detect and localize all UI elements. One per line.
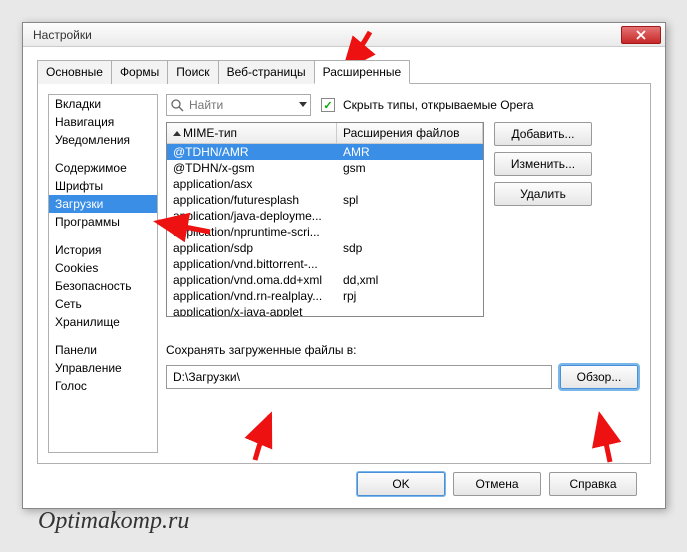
table-header: MIME-тип Расширения файлов bbox=[167, 123, 483, 144]
close-button[interactable] bbox=[621, 26, 661, 44]
sidebar-item[interactable]: Навигация bbox=[49, 113, 157, 131]
main-area: ВкладкиНавигацияУведомления СодержимоеШри… bbox=[37, 84, 651, 464]
table-row[interactable]: @TDHN/x-gsmgsm bbox=[167, 160, 483, 176]
sidebar-item[interactable]: Уведомления bbox=[49, 131, 157, 149]
titlebar: Настройки bbox=[23, 23, 665, 47]
hide-types-checkbox[interactable]: ✓ bbox=[321, 98, 335, 112]
sidebar-item[interactable]: Шрифты bbox=[49, 177, 157, 195]
sidebar-item[interactable]: Хранилище bbox=[49, 313, 157, 331]
toolbar: ✓ Скрыть типы, открываемые Opera bbox=[166, 94, 638, 116]
save-row: Обзор... bbox=[166, 365, 638, 389]
table-row[interactable]: application/x-java-applet bbox=[167, 304, 483, 316]
content: ОсновныеФормыПоискВеб-страницыРасширенны… bbox=[23, 47, 665, 506]
tab-расширенные[interactable]: Расширенные bbox=[314, 60, 411, 84]
table-area: MIME-тип Расширения файлов @TDHN/AMRAMR@… bbox=[166, 122, 638, 317]
sidebar-item[interactable]: Программы bbox=[49, 213, 157, 231]
sidebar-item[interactable]: Cookies bbox=[49, 259, 157, 277]
table-body[interactable]: @TDHN/AMRAMR@TDHN/x-gsmgsmapplication/as… bbox=[167, 144, 483, 316]
hide-types-label: Скрыть типы, открываемые Opera bbox=[343, 98, 534, 112]
save-label: Сохранять загруженные файлы в: bbox=[166, 343, 638, 357]
tab-основные[interactable]: Основные bbox=[37, 60, 112, 84]
edit-button[interactable]: Изменить... bbox=[494, 152, 592, 176]
tabs: ОсновныеФормыПоискВеб-страницыРасширенны… bbox=[37, 59, 651, 84]
dialog-buttons: OK Отмена Справка bbox=[37, 464, 651, 496]
right-pane: ✓ Скрыть типы, открываемые Opera MIME-ти… bbox=[166, 94, 638, 453]
table-row[interactable]: application/java-deployme... bbox=[167, 208, 483, 224]
mime-table: MIME-тип Расширения файлов @TDHN/AMRAMR@… bbox=[166, 122, 484, 317]
sidebar-item[interactable]: История bbox=[49, 241, 157, 259]
table-row[interactable]: application/vnd.bittorrent-... bbox=[167, 256, 483, 272]
dropdown-arrow-icon[interactable] bbox=[299, 102, 307, 107]
sidebar-item[interactable]: Вкладки bbox=[49, 95, 157, 113]
tab-веб-страницы[interactable]: Веб-страницы bbox=[218, 60, 315, 84]
delete-button[interactable]: Удалить bbox=[494, 182, 592, 206]
sidebar: ВкладкиНавигацияУведомления СодержимоеШри… bbox=[48, 94, 158, 453]
browse-button[interactable]: Обзор... bbox=[560, 365, 638, 389]
table-row[interactable]: application/vnd.oma.dd+xmldd,xml bbox=[167, 272, 483, 288]
table-row[interactable]: application/sdpsdp bbox=[167, 240, 483, 256]
col-header-ext[interactable]: Расширения файлов bbox=[337, 123, 483, 143]
window-title: Настройки bbox=[33, 28, 92, 42]
download-path-input[interactable] bbox=[166, 365, 552, 389]
tab-формы[interactable]: Формы bbox=[111, 60, 168, 84]
sidebar-item[interactable]: Панели bbox=[49, 341, 157, 359]
add-button[interactable]: Добавить... bbox=[494, 122, 592, 146]
sort-asc-icon bbox=[173, 131, 181, 136]
sidebar-item[interactable]: Безопасность bbox=[49, 277, 157, 295]
sidebar-item[interactable]: Управление bbox=[49, 359, 157, 377]
table-buttons: Добавить... Изменить... Удалить bbox=[494, 122, 592, 317]
tab-поиск[interactable]: Поиск bbox=[167, 60, 218, 84]
sidebar-item[interactable]: Сеть bbox=[49, 295, 157, 313]
help-button[interactable]: Справка bbox=[549, 472, 637, 496]
save-section: Сохранять загруженные файлы в: Обзор... bbox=[166, 343, 638, 389]
col-header-mime[interactable]: MIME-тип bbox=[167, 123, 337, 143]
table-row[interactable]: application/vnd.rn-realplay...rpj bbox=[167, 288, 483, 304]
sidebar-item[interactable]: Загрузки bbox=[49, 195, 157, 213]
cancel-button[interactable]: Отмена bbox=[453, 472, 541, 496]
search-box bbox=[166, 94, 311, 116]
table-row[interactable]: application/npruntime-scri... bbox=[167, 224, 483, 240]
search-input[interactable] bbox=[166, 94, 311, 116]
sidebar-item[interactable]: Голос bbox=[49, 377, 157, 395]
search-icon bbox=[170, 98, 184, 115]
ok-button[interactable]: OK bbox=[357, 472, 445, 496]
close-icon bbox=[636, 30, 646, 40]
sidebar-item[interactable]: Содержимое bbox=[49, 159, 157, 177]
table-row[interactable]: application/futuresplashspl bbox=[167, 192, 483, 208]
settings-window: Настройки ОсновныеФормыПоискВеб-страницы… bbox=[22, 22, 666, 509]
table-row[interactable]: @TDHN/AMRAMR bbox=[167, 144, 483, 160]
watermark: Optimakomp.ru bbox=[38, 508, 189, 535]
table-row[interactable]: application/asx bbox=[167, 176, 483, 192]
